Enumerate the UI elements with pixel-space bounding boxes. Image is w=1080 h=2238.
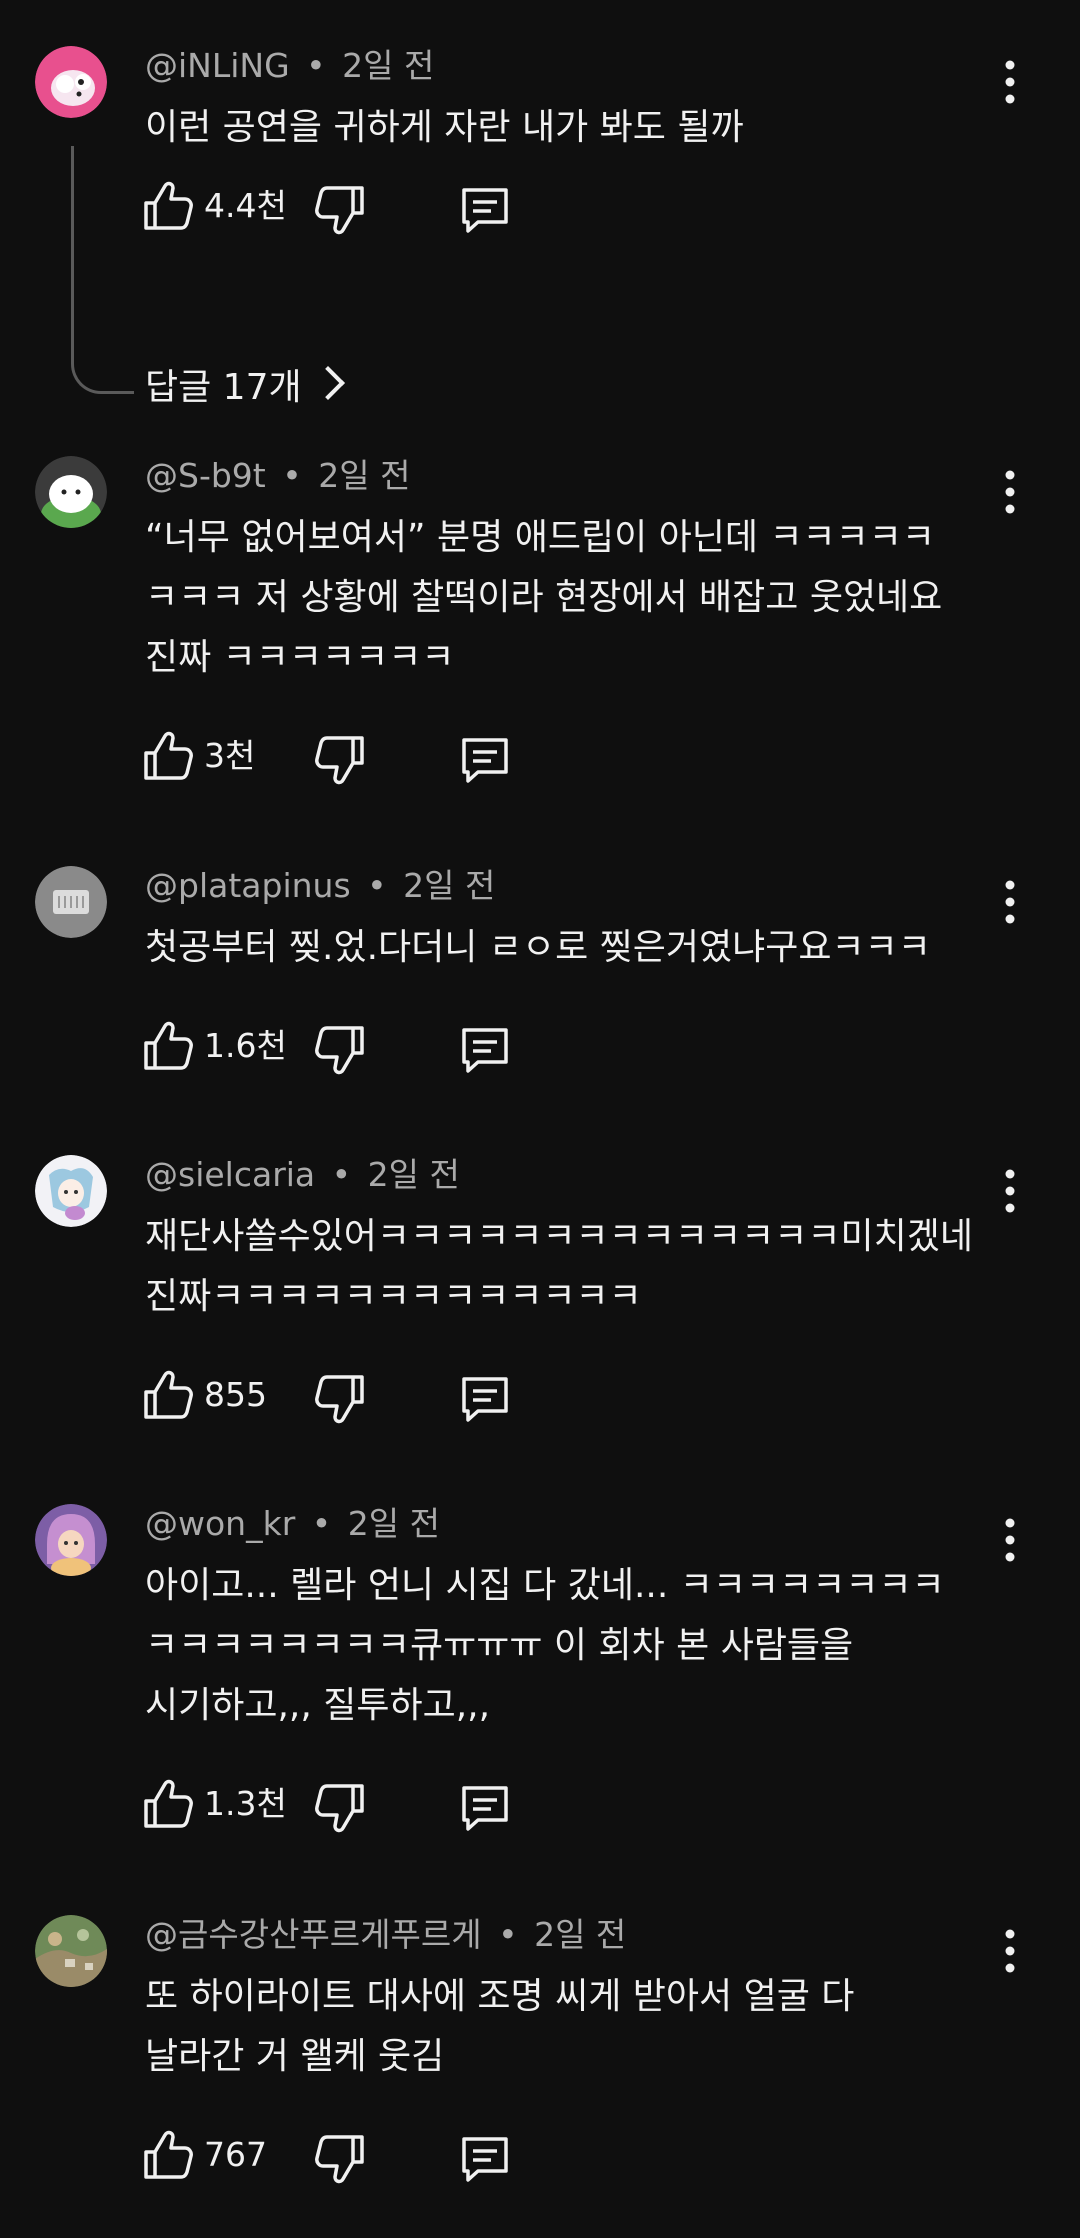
comment-meta: @platapinus • 2일 전 <box>145 864 495 908</box>
avatar[interactable] <box>35 456 107 528</box>
comment-actions: 855 <box>142 1365 542 1435</box>
avatar[interactable] <box>35 866 107 938</box>
comment-meta: @won_kr • 2일 전 <box>145 1502 440 1546</box>
comment-time: 2일 전 <box>347 1504 440 1543</box>
comment-time: 2일 전 <box>534 1915 627 1954</box>
reply-comment-icon[interactable] <box>458 1020 512 1080</box>
comment-author[interactable]: @S-b9t <box>145 456 266 495</box>
comment-text: 아이고... 렐라 언니 시집 다 갔네... ㅋㅋㅋㅋㅋㅋㅋㅋ ㅋㅋㅋㅋㅋㅋㅋ… <box>145 1565 945 1726</box>
like-count: 1.6천 <box>204 1026 287 1065</box>
reply-comment-icon[interactable] <box>458 1369 512 1429</box>
like-count: 767 <box>204 2135 267 2174</box>
meta-separator: • <box>367 866 387 905</box>
like-count: 3천 <box>204 736 256 775</box>
comment-text: 이런 공연을 귀하게 자란 내가 봐도 될까 <box>145 107 744 148</box>
like-count: 4.4천 <box>204 186 287 225</box>
comment-text: “너무 없어보여서” 분명 애드립이 아닌데 ㅋㅋㅋㅋㅋ ㅋㅋㅋ 저 상황에 찰… <box>145 517 943 678</box>
avatar[interactable] <box>35 1155 107 1227</box>
thumbs-down-icon[interactable] <box>312 1778 366 1838</box>
reply-comment-icon[interactable] <box>458 1778 512 1838</box>
meta-separator: • <box>498 1915 518 1954</box>
reply-comment-icon[interactable] <box>458 730 512 790</box>
thumbs-up-icon[interactable] <box>142 1774 196 1834</box>
like-count: 855 <box>204 1375 267 1414</box>
reply-comment-icon[interactable] <box>458 2129 512 2189</box>
comment-author[interactable]: @platapinus <box>145 866 351 905</box>
more-vertical-icon[interactable] <box>990 1921 1030 1981</box>
chevron-right-icon <box>310 366 345 400</box>
comment-actions: 4.4천 <box>142 176 542 246</box>
comment-text: 재단사쏠수있어ㅋㅋㅋㅋㅋㅋㅋㅋㅋㅋㅋㅋㅋㅋ미치겠네 진짜ㅋㅋㅋㅋㅋㅋㅋㅋㅋㅋㅋㅋ… <box>145 1216 974 1317</box>
comment-author[interactable]: @sielcaria <box>145 1155 315 1194</box>
more-vertical-icon[interactable] <box>990 1161 1030 1221</box>
comment-meta: @iNLiNG • 2일 전 <box>145 44 434 88</box>
thumbs-up-icon[interactable] <box>142 1016 196 1076</box>
meta-separator: • <box>331 1155 352 1194</box>
avatar[interactable] <box>35 1915 107 1987</box>
comment-meta: @sielcaria • 2일 전 <box>145 1153 460 1197</box>
thumbs-down-icon[interactable] <box>312 180 366 240</box>
meta-separator: • <box>306 46 326 85</box>
like-count: 1.3천 <box>204 1784 287 1823</box>
comment-actions: 1.3천 <box>142 1774 542 1844</box>
comment-actions: 3천 <box>142 726 542 796</box>
more-vertical-icon[interactable] <box>990 462 1030 522</box>
thumbs-down-icon[interactable] <box>312 1020 366 1080</box>
comment-meta: @S-b9t • 2일 전 <box>145 454 410 498</box>
comment-author[interactable]: @iNLiNG <box>145 46 290 85</box>
thumbs-up-icon[interactable] <box>142 2125 196 2185</box>
thumbs-down-icon[interactable] <box>312 730 366 790</box>
comment-time: 2일 전 <box>403 866 496 905</box>
avatar[interactable] <box>35 1504 107 1576</box>
thumbs-down-icon[interactable] <box>312 2129 366 2189</box>
comment-meta: @금수강산푸르게푸르게 • 2일 전 <box>145 1913 626 1957</box>
comment-actions: 1.6천 <box>142 1016 542 1086</box>
thumbs-up-icon[interactable] <box>142 726 196 786</box>
meta-separator: • <box>311 1504 332 1543</box>
avatar[interactable] <box>35 46 107 118</box>
comment-author[interactable]: @won_kr <box>145 1504 295 1543</box>
thumbs-up-icon[interactable] <box>142 1365 196 1425</box>
comment-actions: 767 <box>142 2125 542 2195</box>
comment-time: 2일 전 <box>318 456 411 495</box>
meta-separator: • <box>282 456 302 495</box>
replies-count-label: 답글 17개 <box>145 367 302 408</box>
view-replies-button[interactable]: 답글 17개 <box>145 364 345 412</box>
comment-time: 2일 전 <box>367 1155 460 1194</box>
comment-author[interactable]: @금수강산푸르게푸르게 <box>145 1915 482 1954</box>
comment-text: 또 하이라이트 대사에 조명 씨게 받아서 얼굴 다 날라간 거 왤케 웃김 <box>145 1976 855 2077</box>
more-vertical-icon[interactable] <box>990 1510 1030 1570</box>
more-vertical-icon[interactable] <box>990 872 1030 932</box>
comment-text: 첫공부터 찢.었.다더니 ㄹㅇ로 찢은거였냐구요ㅋㅋㅋ <box>145 927 931 968</box>
reply-thread-line <box>71 146 134 394</box>
more-vertical-icon[interactable] <box>990 52 1030 112</box>
thumbs-up-icon[interactable] <box>142 176 196 236</box>
thumbs-down-icon[interactable] <box>312 1369 366 1429</box>
comment-time: 2일 전 <box>342 46 435 85</box>
reply-comment-icon[interactable] <box>458 180 512 240</box>
